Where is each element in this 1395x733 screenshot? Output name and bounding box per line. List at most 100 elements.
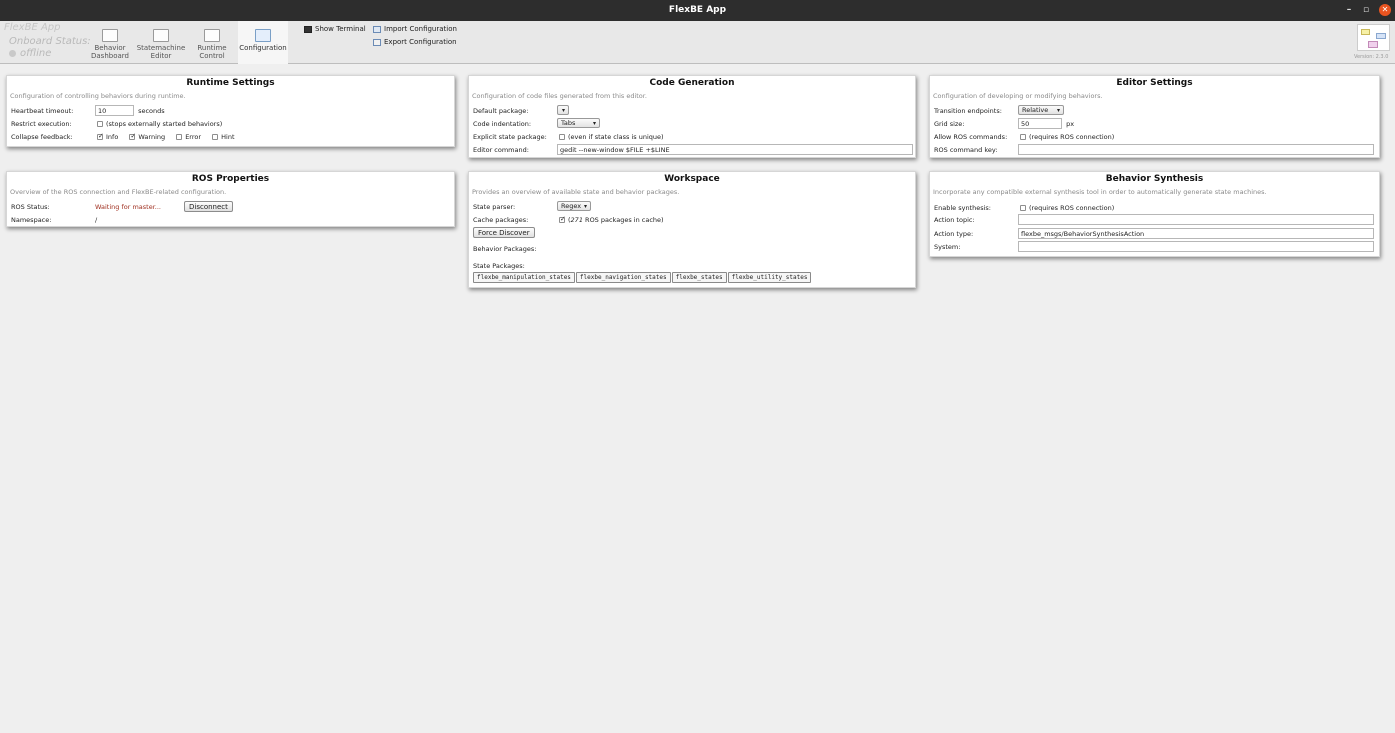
default-package-label: Default package: — [473, 107, 529, 115]
state-package-tag[interactable]: flexbe_utility_states — [727, 272, 812, 283]
panel-title: Editor Settings — [1116, 78, 1193, 88]
export-configuration-button[interactable]: Export Configuration — [373, 38, 457, 46]
collapse-label: Collapse feedback: — [11, 133, 73, 141]
status-dot-icon — [9, 49, 16, 57]
system-row: System: — [934, 241, 1375, 253]
action-topic-input[interactable] — [1018, 214, 1374, 225]
ros-commands-row: Allow ROS commands: (requires ROS connec… — [934, 131, 1375, 143]
editor-icon — [153, 29, 169, 42]
collapse-warning-label: Warning — [138, 133, 166, 141]
panel-title: Runtime Settings — [186, 78, 275, 88]
editor-command-label: Editor command: — [473, 146, 529, 154]
panel-description: Configuration of developing or modifying… — [933, 92, 1103, 100]
state-package-tag[interactable]: flexbe_manipulation_states — [473, 272, 575, 283]
action-type-input[interactable]: flexbe_msgs/BehaviorSynthesisAction — [1018, 228, 1374, 239]
collapse-info-checkbox[interactable] — [97, 132, 104, 140]
system-label: System: — [934, 243, 961, 251]
collapse-error-label: Error — [185, 133, 202, 141]
state-package-tag[interactable]: flexbe_states — [671, 272, 727, 283]
cache-packages-label: Cache packages: — [473, 216, 529, 224]
action-type-label: Action type: — [934, 230, 974, 238]
tab-statemachine-editor[interactable]: Statemachine Editor — [136, 21, 186, 64]
transition-row: Transition endpoints: Relative ▾ — [934, 105, 1375, 117]
runtime-icon — [204, 29, 220, 42]
restore-icon[interactable]: ▫ — [1360, 4, 1372, 16]
dashboard-icon — [102, 29, 118, 42]
cache-note: ROS packages in cache) — [585, 216, 664, 224]
minimize-icon[interactable]: – — [1343, 4, 1355, 16]
editor-command-input[interactable]: gedit --new-window $FILE +$LINE — [557, 144, 913, 155]
state-parser-label: State parser: — [473, 203, 516, 211]
chevron-down-icon: ▾ — [592, 120, 596, 127]
explicit-package-checkbox[interactable] — [559, 134, 565, 140]
grid-size-input[interactable]: 50 — [1018, 118, 1062, 129]
export-icon — [373, 38, 381, 46]
ros-key-row: ROS command key: — [934, 144, 1375, 156]
cache-packages-checkbox[interactable] — [559, 215, 566, 223]
app-name: FlexBE App — [4, 22, 61, 33]
behavior-packages-row: Behavior Packages: — [473, 243, 911, 255]
system-input[interactable] — [1018, 241, 1374, 252]
tab-behavior-dashboard[interactable]: Behavior Dashboard — [85, 21, 135, 64]
ros-status-row: ROS Status: Waiting for master... Discon… — [11, 201, 450, 213]
collapse-error-checkbox[interactable] — [176, 134, 183, 140]
runtime-settings-panel: Runtime Settings Configuration of contro… — [6, 75, 455, 147]
ros-status-label: ROS Status: — [11, 203, 50, 211]
ros-commands-checkbox[interactable] — [1020, 134, 1026, 140]
state-packages-label: State Packages: — [473, 262, 525, 270]
show-terminal-label: Show Terminal — [315, 25, 366, 33]
restrict-row: Restrict execution: (stops externally st… — [11, 118, 450, 130]
onboard-status-value: offline — [20, 48, 52, 59]
default-package-row: Default package: ▾ — [473, 105, 911, 117]
enable-synthesis-label: Enable synthesis: — [934, 204, 991, 212]
ros-key-input[interactable] — [1018, 144, 1374, 155]
flexbe-logo — [1357, 24, 1390, 51]
collapse-hint-checkbox[interactable] — [212, 134, 219, 140]
explicit-package-label: Explicit state package: — [473, 133, 547, 141]
default-package-select[interactable]: ▾ — [557, 105, 569, 115]
enable-synthesis-checkbox[interactable] — [1020, 205, 1026, 211]
state-parser-select[interactable]: Regex ▾ — [557, 201, 591, 211]
disconnect-button[interactable]: Disconnect — [184, 201, 233, 212]
explicit-package-row: Explicit state package: (even if state c… — [473, 131, 911, 143]
ros-key-label: ROS command key: — [934, 146, 998, 154]
restrict-checkbox[interactable] — [97, 121, 103, 127]
show-terminal-button[interactable]: Show Terminal — [304, 25, 366, 33]
panel-title: Code Generation — [649, 78, 735, 88]
version-label: Version: 2.3.0 — [1354, 54, 1389, 60]
ros-status-value: Waiting for master... — [95, 203, 161, 211]
panel-description: Configuration of code files generated fr… — [472, 92, 647, 100]
force-discover-button[interactable]: Force Discover — [473, 227, 535, 238]
cache-packages-row: Cache packages: (271 ROS packages in cac… — [473, 214, 911, 226]
close-icon[interactable]: ✕ — [1379, 4, 1391, 16]
behavior-synthesis-panel: Behavior Synthesis Incorporate any compa… — [929, 171, 1380, 257]
state-package-tag[interactable]: flexbe_navigation_states — [575, 272, 671, 283]
heartbeat-input[interactable]: 10 — [95, 105, 134, 116]
transition-select[interactable]: Relative ▾ — [1018, 105, 1064, 115]
restrict-label: Restrict execution: — [11, 120, 72, 128]
cache-count: 271 — [570, 216, 583, 224]
ros-commands-label: Allow ROS commands: — [934, 133, 1008, 141]
heartbeat-label: Heartbeat timeout: — [11, 107, 74, 115]
onboard-status: offline — [9, 48, 51, 59]
namespace-value: / — [95, 216, 98, 224]
indentation-label: Code indentation: — [473, 120, 532, 128]
import-configuration-button[interactable]: Import Configuration — [373, 25, 457, 33]
chevron-down-icon: ▾ — [1056, 107, 1060, 114]
panel-title: Behavior Synthesis — [1105, 174, 1204, 184]
state-packages-row: State Packages: — [473, 260, 911, 272]
force-discover-row: Force Discover — [473, 227, 911, 239]
export-configuration-label: Export Configuration — [384, 38, 457, 46]
grid-size-label: Grid size: — [934, 120, 965, 128]
heartbeat-row: Heartbeat timeout: 10 seconds — [11, 105, 450, 117]
indentation-select[interactable]: Tabs ▾ — [557, 118, 600, 128]
main-toolbar: FlexBE App Onboard Status: offline Behav… — [0, 21, 1395, 64]
panel-title: ROS Properties — [191, 174, 270, 184]
tab-configuration[interactable]: Configuration — [238, 21, 288, 64]
tab-runtime-control[interactable]: Runtime Control — [187, 21, 237, 64]
gear-icon — [255, 29, 271, 42]
collapse-row: Collapse feedback: Info Warning Error Hi… — [11, 131, 450, 143]
namespace-label: Namespace: — [11, 216, 52, 224]
collapse-warning-checkbox[interactable] — [129, 132, 136, 140]
heartbeat-unit: seconds — [138, 107, 165, 115]
